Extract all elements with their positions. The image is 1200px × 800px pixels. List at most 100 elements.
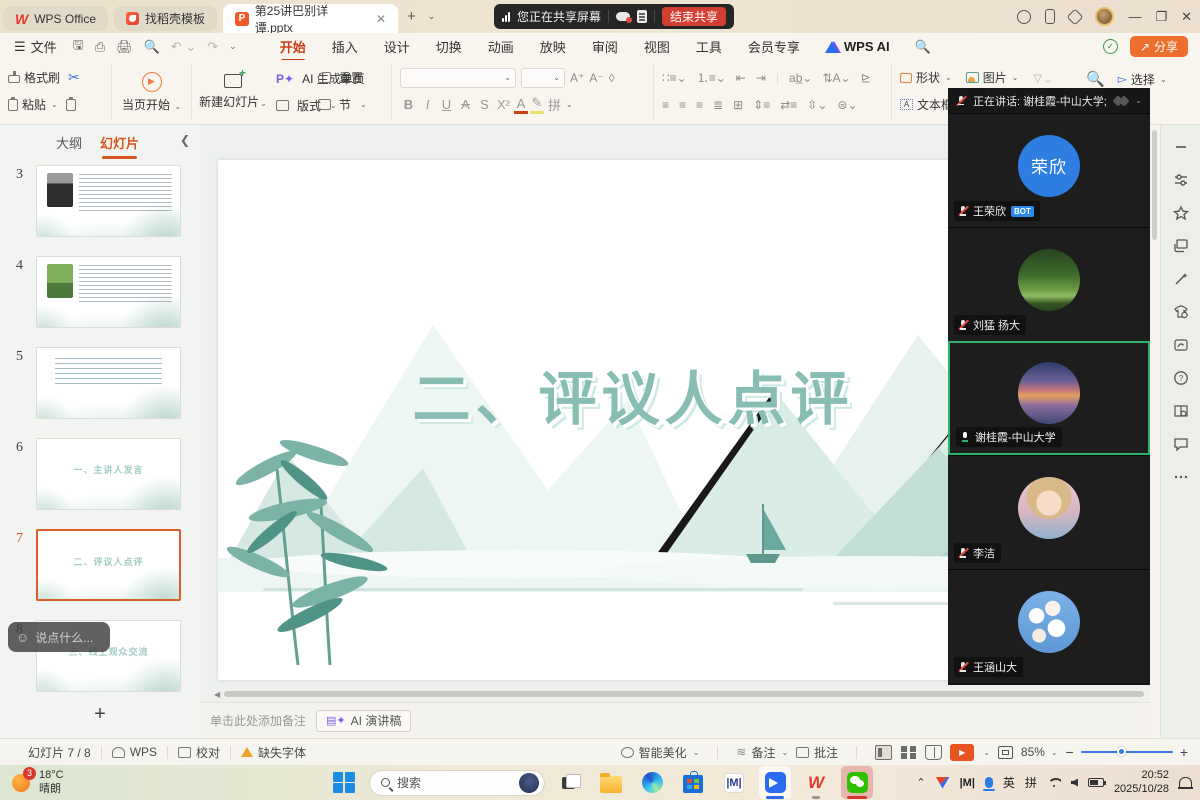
collapse-rail-icon[interactable]: [1173, 139, 1189, 155]
ime-pinyin-indicator[interactable]: 拼: [1025, 774, 1037, 791]
highlight-color-button[interactable]: ✎: [530, 95, 544, 114]
row-spacing-icon[interactable]: ⇕≡: [753, 98, 770, 112]
shapes-button[interactable]: 形状⌄: [900, 69, 952, 86]
proofread-button[interactable]: 校对: [178, 744, 220, 761]
file-menu[interactable]: ☰ 文件: [14, 37, 57, 56]
zoom-knob[interactable]: [1117, 747, 1126, 756]
slide-thumb-6[interactable]: 6 一、主讲人发言: [0, 438, 192, 510]
increase-font-icon[interactable]: A⁺: [570, 71, 584, 85]
slide-thumb-3[interactable]: 3: [0, 165, 192, 237]
vertical-scrollbar[interactable]: [1152, 130, 1157, 240]
redo-icon[interactable]: ↷: [207, 39, 218, 55]
help-icon[interactable]: ?: [1173, 370, 1189, 386]
tab-close-icon[interactable]: ✕: [376, 12, 386, 26]
new-slide-button[interactable]: 新建幻灯片⌄: [192, 64, 274, 120]
wechat-button[interactable]: [841, 766, 873, 799]
taskbar-search[interactable]: 搜索: [369, 770, 545, 796]
tray-microphone-icon[interactable]: [985, 777, 993, 788]
tab-review[interactable]: 审阅: [579, 33, 631, 60]
wps-assistant-button[interactable]: WPS: [112, 745, 157, 759]
beautify-wand-icon[interactable]: [1173, 271, 1189, 287]
end-share-button[interactable]: 结束共享: [662, 7, 726, 26]
task-view-button[interactable]: [554, 766, 586, 799]
wps-app-button[interactable]: W: [800, 766, 832, 799]
3d-effect-icon[interactable]: [1067, 8, 1084, 25]
tab-insert[interactable]: 插入: [319, 33, 371, 60]
slide-thumb-7-selected[interactable]: 7 二、评议人点评: [0, 529, 192, 601]
text-anchor-icon[interactable]: ⊜⌄: [837, 98, 857, 112]
tray-m-app-icon[interactable]: |M|: [960, 777, 975, 789]
start-button[interactable]: [328, 766, 360, 799]
m-app-button[interactable]: |M|: [718, 766, 750, 799]
comment-bubble-icon[interactable]: [1173, 436, 1189, 452]
shadow-button[interactable]: S: [476, 97, 493, 112]
add-slide-button[interactable]: +: [0, 703, 200, 726]
cloud-record-icon[interactable]: [616, 12, 630, 21]
wifi-icon[interactable]: [1047, 778, 1061, 788]
decrease-font-icon[interactable]: A⁻: [589, 71, 603, 85]
tray-v-app-icon[interactable]: [936, 777, 950, 789]
paste-button[interactable]: 粘贴 ⌄: [8, 96, 58, 113]
meeting-chat-input[interactable]: ☺ 说点什么...: [8, 622, 110, 652]
textbox-button[interactable]: A 文本框: [900, 96, 953, 113]
collapse-panel-icon[interactable]: ❮: [180, 133, 190, 147]
distribute-icon[interactable]: ⊞: [733, 98, 743, 112]
print-icon[interactable]: 🖨: [116, 39, 133, 55]
notification-bell-icon[interactable]: [1179, 777, 1192, 789]
zoom-out-icon[interactable]: −: [1066, 744, 1074, 760]
more-options-icon[interactable]: [1173, 469, 1189, 485]
signature-pen-icon[interactable]: [1173, 337, 1189, 353]
text-direction-icon[interactable]: ⊵: [861, 71, 871, 85]
tab-start[interactable]: 开始: [267, 33, 319, 60]
format-painter-button[interactable]: 格式刷: [8, 69, 60, 86]
smart-beautify-button[interactable]: 智能美化⌄: [621, 744, 700, 761]
cut-icon[interactable]: ✂: [68, 69, 80, 86]
tab-tools[interactable]: 工具: [683, 33, 735, 60]
tab-docer-template[interactable]: 找稻壳模板: [114, 6, 217, 31]
clock[interactable]: 20:52 2025/10/28: [1114, 769, 1169, 797]
search-highlight-image[interactable]: [519, 773, 539, 793]
volume-icon[interactable]: [1071, 779, 1078, 787]
slideshow-play-button[interactable]: ▶: [950, 744, 974, 761]
fit-to-window-icon[interactable]: [998, 746, 1013, 759]
fill-color-icon[interactable]: 🜄⌄: [1032, 65, 1053, 90]
comments-button[interactable]: 批注: [796, 744, 838, 761]
participant-tile[interactable]: 王涵山大: [948, 569, 1150, 683]
scroll-left-icon[interactable]: ◀: [214, 690, 220, 699]
tab-member[interactable]: 会员专享: [735, 33, 813, 60]
reading-view-button[interactable]: [925, 745, 942, 760]
italic-button[interactable]: I: [419, 97, 436, 112]
outline-tab[interactable]: 大纲: [56, 133, 82, 152]
minimize-button[interactable]: —: [1128, 9, 1141, 24]
microsoft-store-button[interactable]: [677, 766, 709, 799]
share-button[interactable]: ↗ 分享: [1130, 36, 1188, 57]
strikethrough-button[interactable]: A: [457, 97, 474, 112]
undo-icon[interactable]: ↶ ⌄: [171, 39, 196, 55]
pinyin-guide-button[interactable]: 拼: [546, 95, 563, 114]
template-design-icon[interactable]: [1173, 304, 1189, 320]
ai-speech-button[interactable]: ▤✦ AI 演讲稿: [316, 710, 411, 732]
properties-sliders-icon[interactable]: [1173, 172, 1189, 188]
emoji-icon[interactable]: ☺: [16, 630, 29, 645]
play-options-chevron-icon[interactable]: ⌄: [983, 748, 990, 757]
tab-document[interactable]: P 第25讲巴别详谭.pptx ✕: [223, 4, 398, 33]
underline-button[interactable]: U: [438, 97, 455, 112]
print-preview-icon[interactable]: 🔍: [144, 39, 160, 55]
play-from-current-button[interactable]: ▶ 当页开始 ⌄: [112, 64, 191, 120]
tab-transition[interactable]: 切换: [423, 33, 475, 60]
scrollbar-thumb[interactable]: [224, 691, 1144, 697]
select-button[interactable]: ▻ 选择⌄: [1118, 71, 1167, 88]
tab-view[interactable]: 视图: [631, 33, 683, 60]
export-icon[interactable]: ⎙: [95, 39, 105, 55]
notes-toggle-button[interactable]: ≋ 备注⌄: [736, 744, 788, 761]
slide-title-text[interactable]: 二、评议人点评: [218, 352, 1048, 436]
mobile-link-icon[interactable]: [1045, 9, 1055, 24]
bullet-list-icon[interactable]: ∷≡⌄: [662, 71, 687, 85]
vertical-align-icon[interactable]: ⇳⌄: [807, 98, 827, 112]
char-spacing-icon[interactable]: ab̲⌄: [789, 71, 812, 85]
tab-list-chevron-icon[interactable]: ⌄: [422, 11, 442, 22]
tab-design[interactable]: 设计: [371, 33, 423, 60]
slide-library-icon[interactable]: [1173, 238, 1189, 254]
tab-wps-home[interactable]: W WPS Office: [3, 6, 108, 31]
tab-wps-ai[interactable]: WPS AI: [813, 39, 902, 54]
